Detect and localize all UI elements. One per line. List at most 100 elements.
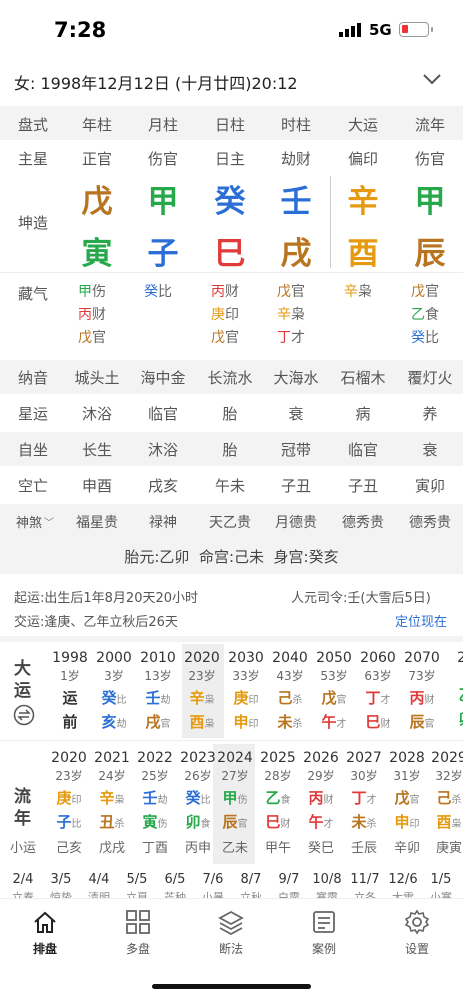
- dayun-before[interactable]: 1998 1岁 运 前: [50, 650, 90, 732]
- dayun-stem-line: 辛枭: [181, 687, 223, 708]
- heavenly-stem[interactable]: 甲: [397, 176, 463, 221]
- month-item[interactable]: 6/5 芒种: [156, 872, 194, 898]
- hidden-stem-line: 辛枭: [277, 304, 327, 327]
- hidden-ten-god: 官: [92, 330, 106, 346]
- liunian-year: 2020: [51, 750, 87, 766]
- liunian-item[interactable]: 2023 26岁 癸比 卯食 丙申: [177, 750, 219, 856]
- dayun-branch: 辰: [409, 713, 425, 731]
- hidden-stem: 癸: [144, 284, 158, 300]
- month-item[interactable]: 7/6 小暑: [194, 872, 232, 898]
- liunian-branch-line: 子比: [48, 811, 90, 832]
- kunzao-row: 坤造戊寅甲子癸巳壬戌辛酉甲辰: [0, 174, 463, 273]
- tab-paipan[interactable]: 排盘: [15, 909, 75, 957]
- liunian-stem: 辛: [99, 789, 115, 807]
- locate-now-link[interactable]: 定位现在: [395, 611, 447, 630]
- nayin-value: 海中金: [140, 369, 186, 387]
- month-item[interactable]: 10/8 寒露: [308, 872, 346, 898]
- zizuo-value: 临官: [347, 441, 378, 459]
- chart-header[interactable]: 女: 1998年12月12日 (十月廿四)20:12: [0, 60, 463, 104]
- dayun-item[interactable]: 2000 3岁 癸比 亥劫: [93, 650, 135, 732]
- month-term: 立春: [12, 891, 34, 898]
- chevron-down-icon[interactable]: [422, 72, 442, 86]
- earthly-branch[interactable]: 巳: [197, 228, 263, 273]
- liunian-age: 23岁: [55, 769, 83, 783]
- shensha-row[interactable]: 神煞 ﹀ 福星贵 禄神 天乙贵 月德贵 德秀贵 德秀贵: [0, 504, 463, 538]
- earthly-branch[interactable]: 戌: [263, 228, 329, 273]
- month-item[interactable]: 8/7 立秋: [232, 872, 270, 898]
- dayun-item[interactable]: 2010 13岁 壬劫 戌官: [137, 650, 179, 732]
- liunian-item[interactable]: 2020 23岁 庚印 子比 己亥: [48, 750, 90, 856]
- liunian-item[interactable]: 2021 24岁 辛枭 丑杀 戊戌: [91, 750, 133, 856]
- chevron-down-icon[interactable]: ﹀: [44, 514, 54, 529]
- dayun-stem-god: 印: [248, 695, 259, 706]
- heavenly-stem[interactable]: 癸: [197, 176, 263, 221]
- month-term: 清明: [88, 891, 110, 898]
- liunian-year: 2025: [260, 750, 296, 766]
- earthly-branch[interactable]: 子: [130, 228, 196, 273]
- earthly-branch[interactable]: 辰: [397, 228, 463, 273]
- tab-duopan[interactable]: 多盘: [108, 909, 168, 957]
- hidden-stem: 丙: [78, 307, 92, 323]
- liunian-age: 30岁: [350, 769, 378, 783]
- liunian-item[interactable]: 2022 25岁 壬劫 寅伤 丁酉: [134, 750, 176, 856]
- dayun-branch-god: 杀: [292, 719, 303, 730]
- dayun-item[interactable]: 2040 43岁 己杀 未杀: [269, 650, 311, 732]
- month-item[interactable]: 9/7 白露: [270, 872, 308, 898]
- liunian-stem: 甲: [222, 789, 238, 807]
- liunian-stem-god: 枭: [114, 795, 125, 806]
- heavenly-stem[interactable]: 甲: [130, 176, 196, 221]
- hidden-stem-line: 戊官: [411, 281, 461, 304]
- liunian-stem-line: 癸比: [177, 787, 219, 808]
- tab-shezhi[interactable]: 设置: [387, 909, 447, 957]
- month-item[interactable]: 12/6 大雪: [384, 872, 422, 898]
- dayun-item[interactable]: 2020 23岁 辛枭 酉枭: [181, 650, 223, 732]
- column-header: 流年: [414, 116, 445, 134]
- zizuo-value: 长生: [81, 441, 112, 459]
- month-item[interactable]: 2/4 立春: [4, 872, 42, 898]
- dayun-item[interactable]: 208 乙卯: [445, 650, 463, 729]
- dayun-before-age: 1岁: [60, 669, 80, 683]
- heavenly-stem[interactable]: 壬: [263, 176, 329, 221]
- tab-label: 案例: [311, 942, 336, 956]
- liunian-item[interactable]: 2024 27岁 甲伤 辰官 乙未: [214, 750, 256, 856]
- earthly-branch[interactable]: 寅: [64, 228, 130, 273]
- hidden-ten-god: 比: [158, 284, 172, 300]
- dayun-item[interactable]: 2030 33岁 庚印 申印: [225, 650, 267, 732]
- main_star-value: 正官: [81, 150, 112, 168]
- kongwang-value: 申酉: [81, 477, 112, 495]
- tab-anli[interactable]: 案例: [294, 909, 354, 957]
- heavenly-stem[interactable]: 辛: [330, 176, 396, 221]
- dayun-item[interactable]: 2070 73岁 丙财 辰官: [401, 650, 443, 732]
- liunian-item[interactable]: 2028 31岁 戊官 申印 辛卯: [386, 750, 428, 856]
- month-item[interactable]: 3/5 惊蛰: [42, 872, 80, 898]
- dayun-branch: 酉: [189, 713, 205, 731]
- month-item[interactable]: 5/5 立夏: [118, 872, 156, 898]
- dayun-stem-line: 己杀: [269, 687, 311, 708]
- xiaoyun-value: 丁酉: [141, 841, 168, 856]
- months-row: 2/4 立春 3/5 惊蛰 4/4 清明 5/5 立夏 6/5 芒种 7/6 小暑 8/7 立秋 9/7 白露…: [0, 866, 463, 898]
- dayun-branch: 卯: [458, 710, 463, 728]
- month-item[interactable]: 4/4 清明: [80, 872, 118, 898]
- dayun-stem: 辛: [189, 689, 205, 707]
- jiao-yun-info: 交运:逢庚、乙年立秋后26天: [14, 615, 178, 630]
- liunian-item[interactable]: 2027 30岁 丁才 未杀 壬辰: [343, 750, 385, 856]
- liunian-stem: 丙: [308, 789, 324, 807]
- month-item[interactable]: 11/7 立冬: [346, 872, 384, 898]
- dayun-item[interactable]: 2050 53岁 戊官 午才: [313, 650, 355, 732]
- swap-icon[interactable]: [13, 704, 35, 726]
- kongwang-value: 寅卯: [414, 477, 445, 495]
- earthly-branch[interactable]: 酉: [330, 228, 396, 273]
- month-date: 1/5: [430, 872, 452, 887]
- heavenly-stem[interactable]: 戊: [64, 176, 130, 221]
- liunian-item[interactable]: 2026 29岁 丙财 午才 癸巳: [300, 750, 342, 856]
- liunian-stem-god: 官: [409, 795, 420, 806]
- dayun-item[interactable]: 2060 63岁 丁才 巳财: [357, 650, 399, 732]
- dayun-before-year: 1998: [52, 650, 88, 666]
- shensha-value: 禄神: [149, 515, 177, 531]
- liunian-item[interactable]: 2029 32岁 己杀 酉枭 庚寅: [428, 750, 463, 856]
- tab-duanfa[interactable]: 断法: [201, 909, 261, 957]
- palace-text: 胎元:乙卯 命宫:己未 身宫:癸亥: [124, 548, 339, 566]
- month-item[interactable]: 1/5 小寒: [422, 872, 460, 898]
- liunian-item[interactable]: 2025 28岁 乙食 巳财 甲午: [257, 750, 299, 856]
- liunian-branch-god: 伤: [157, 819, 168, 830]
